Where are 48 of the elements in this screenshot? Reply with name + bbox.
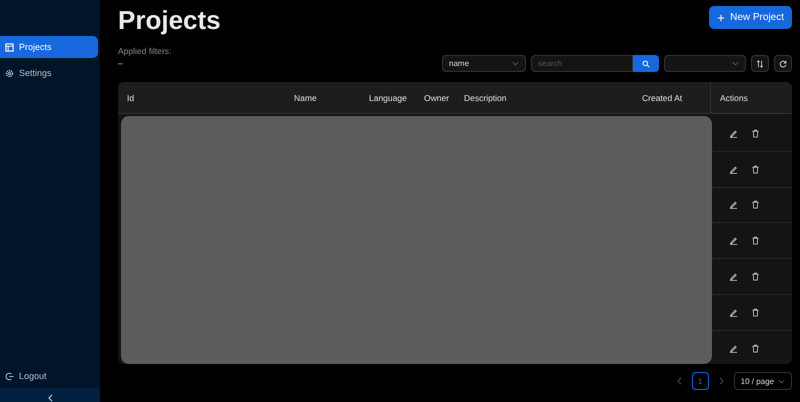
window-icon — [5, 42, 14, 52]
chevron-left-icon — [48, 394, 52, 402]
field-select[interactable]: name — [442, 55, 526, 72]
chevron-down-icon — [732, 61, 739, 66]
previous-page-icon[interactable] — [676, 377, 682, 385]
column-header: Actions — [720, 92, 748, 102]
page-size-select[interactable]: 10 / page — [734, 372, 792, 390]
edit-icon[interactable] — [729, 272, 738, 282]
search-icon — [642, 60, 650, 68]
sort-button[interactable] — [751, 55, 769, 72]
edit-icon[interactable] — [729, 128, 738, 138]
delete-icon[interactable] — [751, 308, 760, 317]
new-project-button[interactable]: New Project — [709, 6, 792, 29]
settings-icon — [5, 68, 14, 78]
sort-icon — [756, 60, 764, 68]
column-header: Name — [294, 92, 317, 102]
column-header: Created At — [642, 92, 682, 102]
sidebar-item[interactable]: Settings — [0, 62, 98, 84]
delete-icon[interactable] — [751, 164, 760, 174]
edit-icon[interactable] — [729, 308, 738, 317]
column-header: Id — [127, 92, 134, 102]
next-page-icon[interactable] — [718, 377, 724, 385]
page-button[interactable]: 1 — [692, 372, 709, 390]
column-header: Description — [464, 92, 507, 102]
column-header: Owner — [424, 92, 450, 102]
search-field[interactable]: search — [531, 55, 633, 72]
page-title: Projects — [118, 4, 221, 36]
sidebar-item[interactable]: Projects — [0, 36, 98, 58]
edit-icon[interactable] — [729, 200, 738, 210]
edit-icon[interactable] — [729, 164, 738, 174]
delete-icon[interactable] — [751, 344, 760, 353]
edit-icon[interactable] — [729, 236, 738, 246]
delete-icon[interactable] — [751, 128, 760, 138]
delete-icon[interactable] — [751, 200, 760, 210]
logout-icon — [5, 372, 14, 380]
logout-button[interactable]: Logout — [0, 367, 100, 385]
refresh-button[interactable] — [774, 55, 792, 72]
edit-icon[interactable] — [729, 344, 738, 353]
chevron-down-icon — [512, 61, 519, 66]
applied-filters-label: Applied filters: — [118, 46, 172, 56]
delete-icon[interactable] — [751, 236, 760, 246]
chevron-down-icon — [778, 378, 785, 384]
plus-icon — [717, 14, 726, 22]
delete-icon[interactable] — [751, 272, 760, 282]
column-header: Language — [369, 92, 407, 102]
applied-filters-value: – — [118, 58, 124, 68]
search-button[interactable] — [633, 55, 659, 72]
refresh-icon — [779, 60, 787, 68]
